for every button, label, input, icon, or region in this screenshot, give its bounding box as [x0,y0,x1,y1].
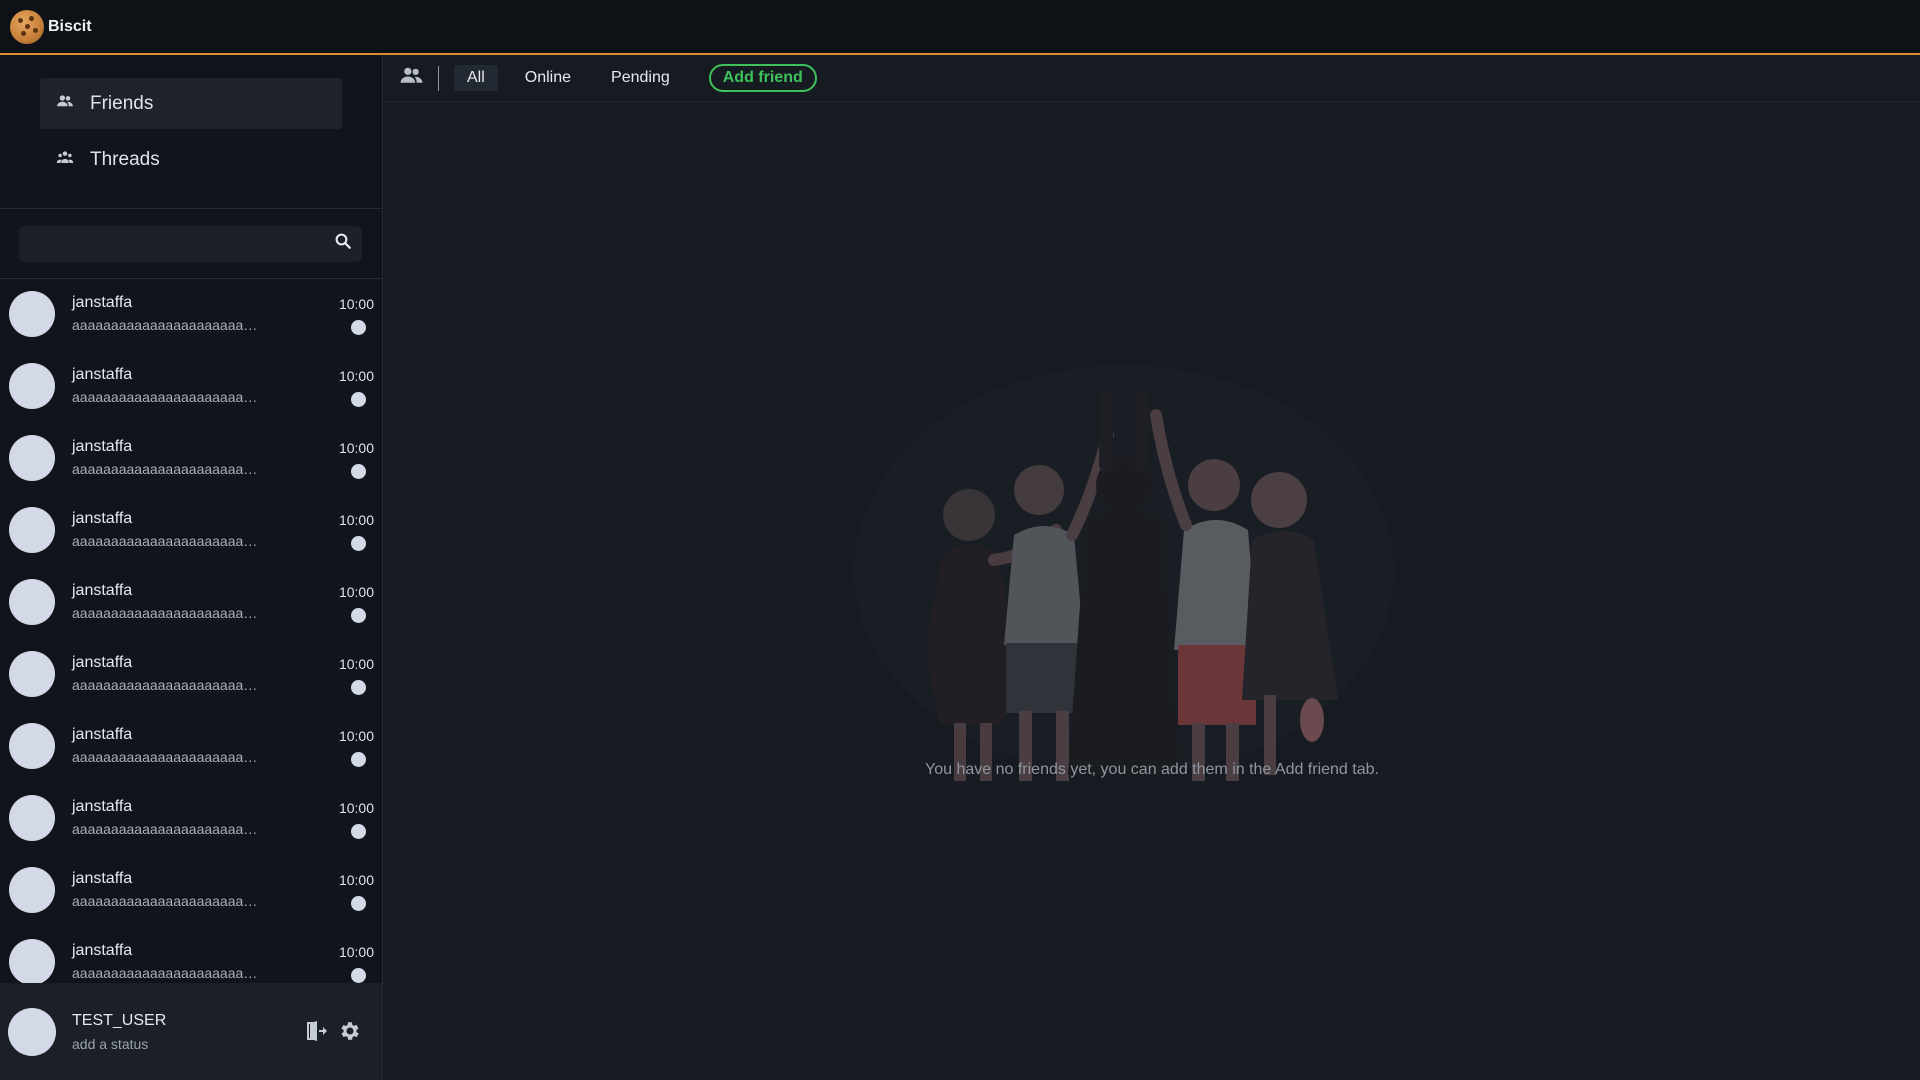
friends-icon [56,92,74,115]
chat-name: janstaffa [72,582,133,599]
unread-indicator [351,680,366,695]
list-item[interactable]: janstaffa aaaaaaaaaaaaaaaaaaaaaaaaaaaaaa… [0,783,382,855]
search-box [19,225,362,262]
top-bar: Biscit [0,0,1920,55]
chat-time: 10:00 [338,656,374,672]
chat-time: 10:00 [338,512,374,528]
chat-preview: aaaaaaaaaaaaaaaaaaaaaaaaaaaaaa [72,389,262,405]
chat-name: janstaffa [72,726,133,743]
sidebar-item-friends[interactable]: Friends [40,78,342,129]
chat-name: janstaffa [72,654,133,671]
chat-time: 10:00 [338,296,374,312]
sidebar: Friends Threads janstaffa aaaaaaaaaaaaaa… [0,55,383,1080]
unread-indicator [351,536,366,551]
unread-indicator [351,392,366,407]
unread-indicator [351,968,366,983]
chat-name: janstaffa [72,366,133,383]
chat-preview: aaaaaaaaaaaaaaaaaaaaaaaaaaaaaa [72,821,262,837]
avatar [9,795,55,841]
chat-time: 10:00 [338,728,374,744]
chat-time: 10:00 [338,944,374,960]
chat-preview: aaaaaaaaaaaaaaaaaaaaaaaaaaaaaa [72,965,262,981]
search-icon[interactable] [334,232,352,255]
unread-indicator [351,464,366,479]
chat-time: 10:00 [338,800,374,816]
unread-indicator [351,896,366,911]
chat-name: janstaffa [72,870,133,887]
unread-indicator [351,608,366,623]
list-item[interactable]: janstaffa aaaaaaaaaaaaaaaaaaaaaaaaaaaaaa… [0,495,382,567]
logout-icon[interactable] [304,1019,328,1048]
chat-name: janstaffa [72,438,133,455]
search-area [0,209,382,279]
user-name: TEST_USER [72,1011,167,1029]
chat-name: janstaffa [72,798,133,815]
avatar [9,867,55,913]
gear-icon[interactable] [338,1019,362,1048]
sidebar-item-label: Friends [90,92,154,114]
chat-preview: aaaaaaaaaaaaaaaaaaaaaaaaaaaaaa [72,533,262,549]
add-friend-button[interactable]: Add friend [708,64,817,92]
empty-state-message: You have no friends yet, you can add the… [925,761,1379,778]
chat-time: 10:00 [338,440,374,456]
list-item[interactable]: janstaffa aaaaaaaaaaaaaaaaaaaaaaaaaaaaaa… [0,351,382,423]
list-item[interactable]: janstaffa aaaaaaaaaaaaaaaaaaaaaaaaaaaaaa… [0,639,382,711]
sidebar-item-label: Threads [90,148,160,170]
chat-time: 10:00 [338,584,374,600]
unread-indicator [351,824,366,839]
tab-all[interactable]: All [454,65,498,91]
tab-online[interactable]: Online [512,65,584,91]
friends-tabs: All Online Pending Add friend [384,55,1920,102]
chat-preview: aaaaaaaaaaaaaaaaaaaaaaaaaaaaaa [72,677,262,693]
avatar [9,363,55,409]
list-item[interactable]: janstaffa aaaaaaaaaaaaaaaaaaaaaaaaaaaaaa… [0,279,382,351]
user-panel: TEST_USER add a status [0,983,382,1080]
unread-indicator [351,752,366,767]
friends-icon [399,63,424,93]
list-item[interactable]: janstaffa aaaaaaaaaaaaaaaaaaaaaaaaaaaaaa… [0,927,382,988]
chat-name: janstaffa [72,510,133,527]
chat-name: janstaffa [72,942,133,959]
cookie-icon [10,9,44,44]
app-title: Biscit [48,17,92,35]
avatar [9,651,55,697]
chat-preview: aaaaaaaaaaaaaaaaaaaaaaaaaaaaaa [72,317,262,333]
list-item[interactable]: janstaffa aaaaaaaaaaaaaaaaaaaaaaaaaaaaaa… [0,855,382,927]
threads-icon [56,148,74,171]
list-item[interactable]: janstaffa aaaaaaaaaaaaaaaaaaaaaaaaaaaaaa… [0,711,382,783]
sidebar-item-threads[interactable]: Threads [40,134,342,185]
user-status[interactable]: add a status [72,1036,166,1052]
avatar [9,939,55,985]
avatar [9,435,55,481]
chat-time: 10:00 [338,872,374,888]
chat-preview: aaaaaaaaaaaaaaaaaaaaaaaaaaaaaa [72,749,262,765]
avatar[interactable] [8,1007,56,1056]
avatar [9,291,55,337]
chat-preview: aaaaaaaaaaaaaaaaaaaaaaaaaaaaaa [72,461,262,477]
sidebar-nav: Friends Threads [0,55,382,209]
avatar [9,579,55,625]
list-item[interactable]: janstaffa aaaaaaaaaaaaaaaaaaaaaaaaaaaaaa… [0,567,382,639]
tab-pending[interactable]: Pending [598,65,683,91]
avatar [9,507,55,553]
search-input[interactable] [19,225,334,262]
divider [438,65,439,91]
chat-preview: aaaaaaaaaaaaaaaaaaaaaaaaaaaaaa [72,893,262,909]
chat-list: janstaffa aaaaaaaaaaaaaaaaaaaaaaaaaaaaaa… [0,279,382,988]
unread-indicator [351,320,366,335]
avatar [9,723,55,769]
chat-name: janstaffa [72,294,133,311]
list-item[interactable]: janstaffa aaaaaaaaaaaaaaaaaaaaaaaaaaaaaa… [0,423,382,495]
friends-illustration [854,365,1394,781]
chat-preview: aaaaaaaaaaaaaaaaaaaaaaaaaaaaaa [72,605,262,621]
chat-time: 10:00 [338,368,374,384]
main-panel: All Online Pending Add friend You have n… [384,55,1920,1080]
